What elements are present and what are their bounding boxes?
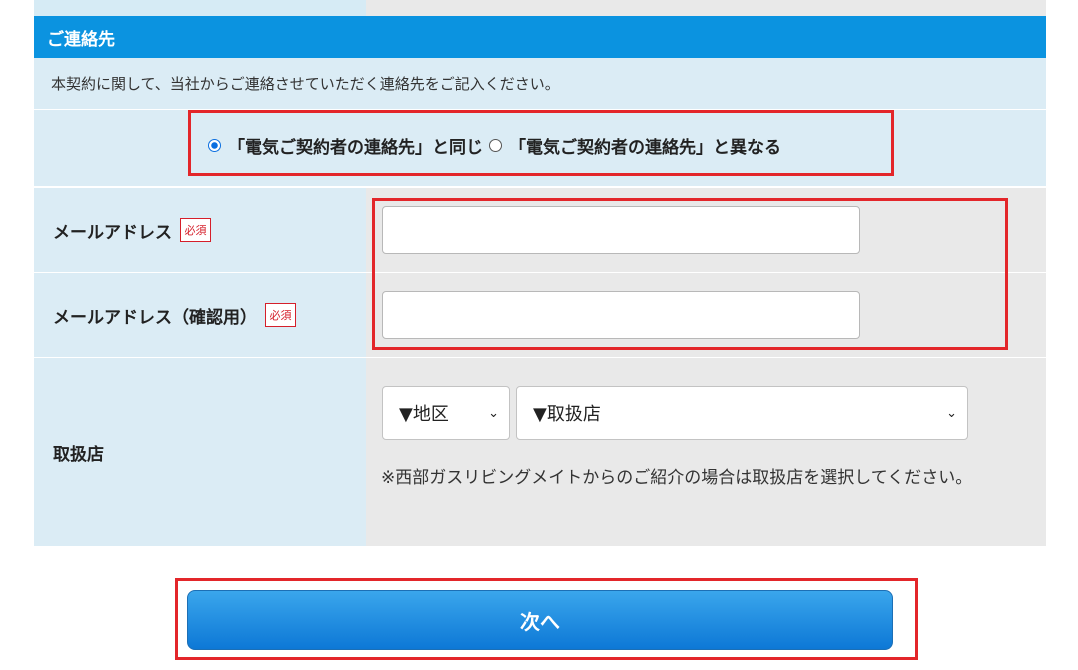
top-strip-label	[34, 0, 366, 16]
email-confirm-label: メールアドレス（確認用）	[53, 307, 257, 328]
store-label: 取扱店	[53, 444, 104, 465]
email-label-cell: メールアドレス 必須	[34, 188, 366, 272]
store-field-cell: ▼地区 ⌄ ▼取扱店 ⌄	[366, 358, 1046, 546]
region-select-value[interactable]: ▼地区	[399, 400, 449, 426]
store-note: ※西部ガスリビングメイトからのご紹介の場合は取扱店を選択してください。	[381, 468, 973, 488]
description-text: 本契約に関して、当社からご連絡させていただく連絡先をご記入ください。	[51, 75, 560, 93]
section-title: ご連絡先	[47, 29, 115, 50]
chevron-down-icon[interactable]: ⌄	[946, 406, 957, 421]
section-description: 本契約に関して、当社からご連絡させていただく連絡先をご記入ください。	[34, 58, 1046, 110]
region-select[interactable]: ▼地区 ⌄	[382, 386, 510, 440]
radio-highlight-box	[188, 110, 894, 176]
store-label-cell: 取扱店	[34, 358, 366, 546]
chevron-down-icon[interactable]: ⌄	[488, 406, 499, 421]
top-strip-field	[366, 0, 1046, 16]
required-badge: 必須	[180, 218, 211, 242]
next-button[interactable]: 次へ	[187, 590, 893, 650]
email-label: メールアドレス	[53, 222, 172, 243]
email-confirm-label-cell: メールアドレス（確認用） 必須	[34, 273, 366, 357]
required-badge: 必須	[265, 303, 296, 327]
next-button-label[interactable]: 次へ	[520, 606, 560, 635]
store-select[interactable]: ▼取扱店 ⌄	[516, 386, 968, 440]
section-header: ご連絡先	[34, 16, 1046, 58]
email-highlight-box	[372, 198, 1008, 350]
store-select-value[interactable]: ▼取扱店	[533, 400, 601, 426]
